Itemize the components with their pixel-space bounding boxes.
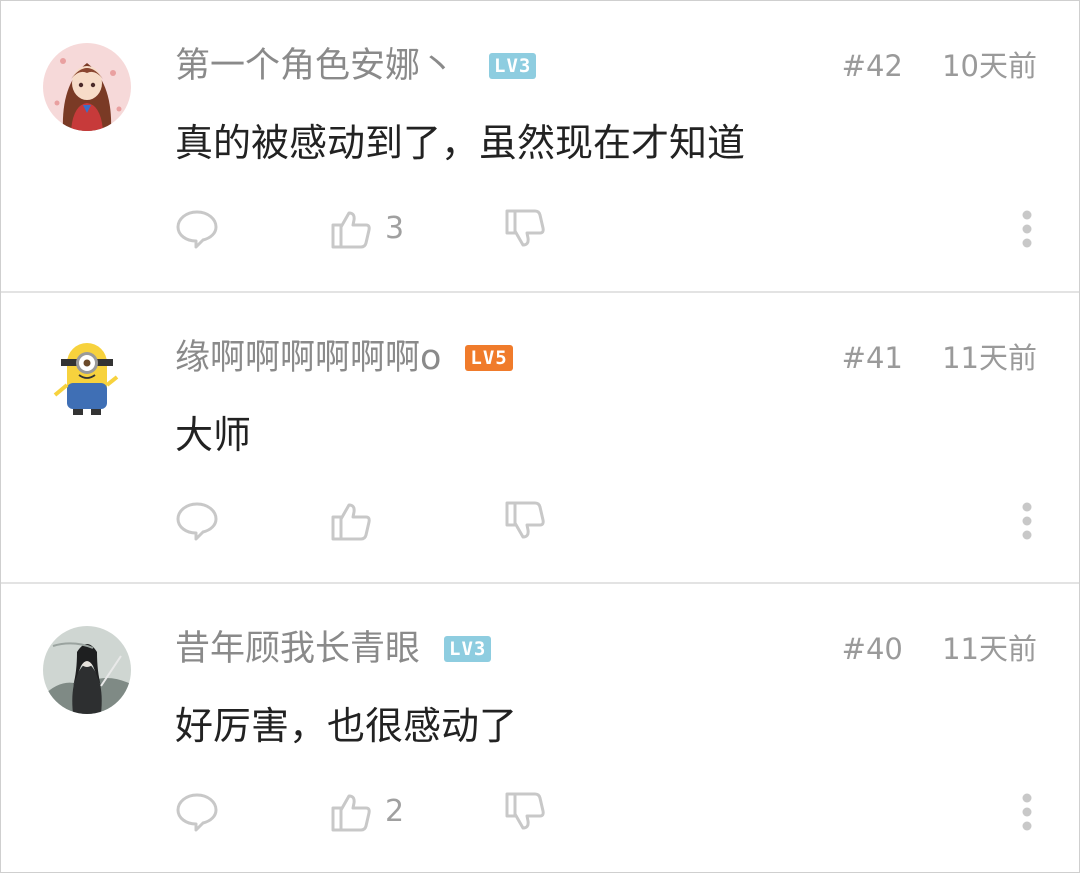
comment-text: 好厉害，也很感动了 xyxy=(175,704,518,748)
vertical-dots-icon xyxy=(1022,793,1032,831)
speech-bubble-icon xyxy=(176,210,218,249)
floor-number: #42 xyxy=(841,49,903,83)
comment-header: 第一个角色安娜丶 LV3 #42 10天前 xyxy=(175,41,1037,91)
ink-warrior-avatar-icon xyxy=(43,626,131,714)
dislike-button[interactable] xyxy=(503,784,547,840)
more-options-button[interactable] xyxy=(1017,201,1037,257)
level-badge: LV5 xyxy=(465,345,513,371)
floor-number: #40 xyxy=(841,632,903,666)
comment-item: 昔年顾我长青眼 LV3 #40 11天前 好厉害，也很感动了 2 xyxy=(1,582,1079,872)
anime-girl-avatar-icon xyxy=(43,43,131,131)
minion-avatar-icon xyxy=(43,335,131,423)
thumbs-up-icon xyxy=(331,503,371,541)
comment-header: 昔年顾我长青眼 LV3 #40 11天前 xyxy=(175,624,1037,674)
dislike-button[interactable] xyxy=(503,201,547,257)
more-options-button[interactable] xyxy=(1017,493,1037,549)
dislike-button[interactable] xyxy=(503,493,547,549)
comment-actions: 2 xyxy=(175,784,1037,840)
like-count: 2 xyxy=(385,794,405,829)
avatar[interactable] xyxy=(43,626,131,714)
thumbs-up-icon xyxy=(331,211,371,249)
thumbs-down-icon xyxy=(505,501,545,539)
level-badge: LV3 xyxy=(489,53,537,79)
more-options-button[interactable] xyxy=(1017,784,1037,840)
reply-button[interactable] xyxy=(175,201,219,257)
vertical-dots-icon xyxy=(1022,210,1032,248)
comment-item: 缘啊啊啊啊啊啊o LV5 #41 11天前 大师 xyxy=(1,291,1079,583)
thumbs-down-icon xyxy=(505,209,545,247)
like-button[interactable]: 3 xyxy=(329,201,404,257)
vertical-dots-icon xyxy=(1022,502,1032,540)
username[interactable]: 第一个角色安娜丶 xyxy=(175,41,455,91)
speech-bubble-icon xyxy=(176,502,218,541)
thumbs-up-icon xyxy=(331,794,371,832)
level-badge: LV3 xyxy=(444,636,492,662)
comment-text: 真的被感动到了，虽然现在才知道 xyxy=(175,121,746,165)
timestamp: 10天前 xyxy=(942,49,1037,83)
comment-actions: 3 xyxy=(175,201,1037,257)
speech-bubble-icon xyxy=(176,793,218,832)
reply-button[interactable] xyxy=(175,493,219,549)
username[interactable]: 昔年顾我长青眼 xyxy=(175,624,420,674)
comment-item: 第一个角色安娜丶 LV3 #42 10天前 真的被感动到了，虽然现在才知道 3 xyxy=(1,1,1079,291)
comment-header: 缘啊啊啊啊啊啊o LV5 #41 11天前 xyxy=(175,333,1037,383)
like-button[interactable]: 2 xyxy=(329,784,404,840)
avatar[interactable] xyxy=(43,43,131,131)
comment-text: 大师 xyxy=(175,413,252,457)
username[interactable]: 缘啊啊啊啊啊啊o xyxy=(175,333,441,383)
reply-button[interactable] xyxy=(175,784,219,840)
like-count: 3 xyxy=(385,211,405,246)
avatar[interactable] xyxy=(43,335,131,423)
thumbs-down-icon xyxy=(505,792,545,830)
comment-list: 第一个角色安娜丶 LV3 #42 10天前 真的被感动到了，虽然现在才知道 3 xyxy=(0,0,1080,873)
timestamp: 11天前 xyxy=(942,632,1037,666)
like-button[interactable] xyxy=(329,493,385,549)
comment-actions xyxy=(175,493,1037,549)
timestamp: 11天前 xyxy=(942,341,1037,375)
floor-number: #41 xyxy=(841,341,903,375)
